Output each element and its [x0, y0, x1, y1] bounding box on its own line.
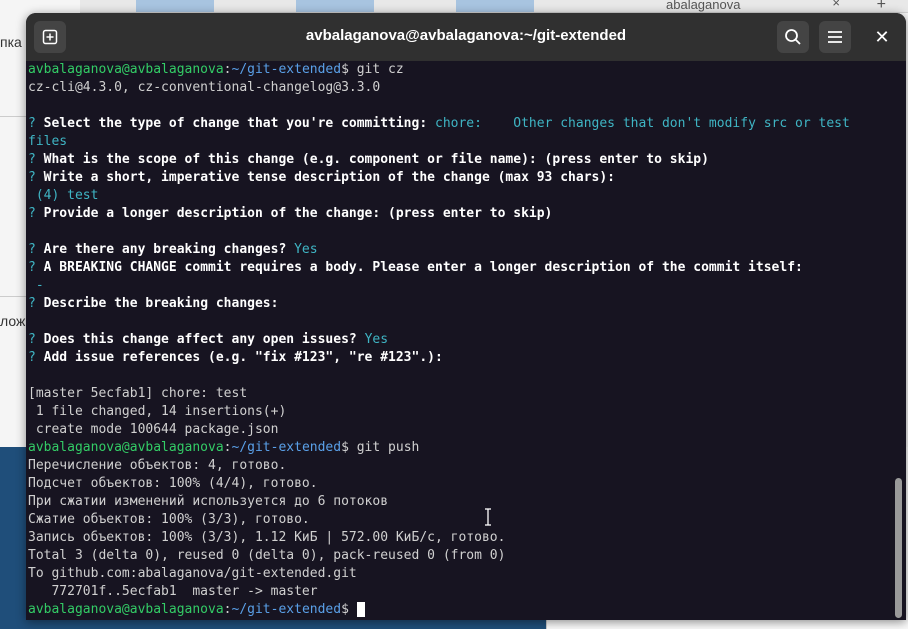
terminal-line: To github.com:abalaganova/git-extended.g… — [28, 566, 357, 581]
question-mark: ? — [28, 116, 36, 131]
terminal-line: ? Write a short, imperative tense descri… — [26, 169, 891, 187]
terminal-line: cz-cli@4.3.0, cz-conventional-changelog@… — [28, 80, 381, 95]
terminal-line: ? Provide a longer description of the ch… — [26, 205, 891, 223]
answer-text: Yes — [364, 332, 389, 347]
question-text: What is the scope of this change (e.g. c… — [35, 152, 709, 167]
terminal-line: Сжатие объектов: 100% (3/3), готово. — [28, 512, 310, 527]
question-text: A BREAKING CHANGE commit requires a body… — [35, 260, 803, 275]
browser-new-tab-icon[interactable]: + — [877, 0, 886, 14]
question-text: Provide a longer description of the chan… — [35, 206, 553, 221]
prompt-dollar: $ — [341, 602, 349, 617]
scrollbar-thumb[interactable] — [895, 478, 902, 618]
question-text: Does this change affect any open issues? — [35, 332, 365, 347]
question-text: Add issue references (e.g. "fix #123", "… — [35, 350, 443, 365]
background-tab — [296, 0, 374, 12]
terminal-line: ? A BREAKING CHANGE commit requires a bo… — [26, 259, 891, 277]
question-text: Describe the breaking changes: — [35, 296, 279, 311]
question-mark: ? — [28, 242, 36, 257]
background-tab — [136, 0, 214, 12]
command-text: git push — [348, 440, 420, 455]
question-mark: ? — [28, 170, 36, 185]
terminal-line: 1 file changed, 14 insertions(+) — [28, 404, 287, 419]
prompt-user-host: avbalaganova@avbalaganova — [28, 602, 224, 617]
mouse-ibeam-cursor-icon — [484, 508, 492, 526]
browser-tab[interactable]: abalaganova × — [632, 0, 850, 12]
background-tabbar: abalaganova × + — [80, 0, 908, 13]
answer-text: files — [28, 134, 68, 149]
answer-text: chore: Other changes that don't modify s… — [435, 116, 850, 131]
question-mark: ? — [28, 206, 36, 221]
prompt-path: ~/git-extended — [231, 602, 342, 617]
terminal-line: При сжатии изменений используется до 6 п… — [28, 494, 389, 509]
hamburger-menu-icon — [828, 31, 842, 43]
prompt-user-host: avbalaganova@avbalaganova — [28, 62, 224, 77]
prompt-separator: : — [223, 602, 232, 617]
terminal-window[interactable]: avbalaganova@avbalaganova:~/git-extended… — [26, 13, 906, 620]
terminal-line: files — [26, 133, 891, 151]
background-divider — [0, 116, 26, 117]
answer-text: (4) test — [28, 188, 99, 203]
terminal-line: ? Does this change affect any open issue… — [26, 331, 891, 349]
background-side-text: пка — [0, 34, 22, 50]
terminal-line: avbalaganova@avbalaganova:~/git-extended… — [26, 439, 891, 457]
menu-button[interactable] — [819, 21, 851, 53]
prompt-dollar: $ — [341, 440, 349, 455]
terminal-line: [master 5ecfab1] chore: test — [28, 386, 248, 401]
ibeam-icon — [485, 508, 491, 526]
terminal-line: ? Are there any breaking changes? Yes — [26, 241, 891, 259]
terminal-line: Total 3 (delta 0), reused 0 (delta 0), p… — [28, 548, 506, 563]
search-button[interactable] — [777, 21, 809, 53]
terminal-line: avbalaganova@avbalaganova:~/git-extended… — [26, 61, 891, 79]
question-mark: ? — [28, 332, 36, 347]
prompt-separator: : — [223, 440, 232, 455]
terminal-line: ? What is the scope of this change (e.g.… — [26, 151, 891, 169]
close-icon: ✕ — [874, 26, 890, 47]
terminal-output[interactable]: avbalaganova@avbalaganova:~/git-extended… — [26, 61, 891, 620]
prompt-dollar: $ — [341, 62, 349, 77]
terminal-line: create mode 100644 package.json — [28, 422, 279, 437]
background-side-text: лож — [0, 313, 26, 329]
terminal-titlebar[interactable]: avbalaganova@avbalaganova:~/git-extended… — [26, 13, 906, 61]
question-text: Are there any breaking changes? — [35, 242, 295, 257]
prompt-path: ~/git-extended — [231, 62, 342, 77]
prompt-user-host: avbalaganova@avbalaganova — [28, 440, 224, 455]
question-mark: ? — [28, 296, 36, 311]
question-mark: ? — [28, 152, 36, 167]
command-text: git cz — [348, 62, 404, 77]
background-divider — [0, 296, 26, 297]
browser-tab-close-icon[interactable]: × — [832, 0, 840, 9]
answer-text: - — [28, 278, 44, 293]
browser-tab-title: abalaganova — [666, 0, 741, 12]
answer-text: Yes — [294, 242, 318, 257]
question-mark: ? — [28, 350, 36, 365]
question-text: Write a short, imperative tense descript… — [35, 170, 616, 185]
terminal-line: - — [26, 277, 891, 295]
prompt-separator: : — [223, 62, 232, 77]
question-mark: ? — [28, 260, 36, 275]
terminal-line: ? Select the type of change that you're … — [26, 115, 891, 133]
terminal-line: Подсчет объектов: 100% (4/4), готово. — [28, 476, 318, 491]
close-button[interactable]: ✕ — [866, 21, 898, 53]
terminal-line: Запись объектов: 100% (3/3), 1.12 КиБ | … — [28, 530, 506, 545]
terminal-line: avbalaganova@avbalaganova:~/git-extended… — [26, 601, 891, 619]
terminal-line: ? Add issue references (e.g. "fix #123",… — [26, 349, 891, 367]
terminal-line: Перечисление объектов: 4, готово. — [28, 458, 287, 473]
prompt-path: ~/git-extended — [231, 440, 342, 455]
terminal-line: ? Describe the breaking changes: — [26, 295, 891, 313]
question-text: Select the type of change that you're co… — [35, 116, 435, 131]
window-title: avbalaganova@avbalaganova:~/git-extended — [305, 27, 627, 44]
terminal-line: 772701f..5ecfab1 master -> master — [28, 584, 318, 599]
text-cursor[interactable] — [356, 602, 365, 617]
terminal-scrollbar[interactable] — [891, 61, 906, 620]
terminal-line: (4) test — [26, 187, 891, 205]
search-icon — [785, 29, 801, 45]
background-tab — [456, 0, 534, 12]
